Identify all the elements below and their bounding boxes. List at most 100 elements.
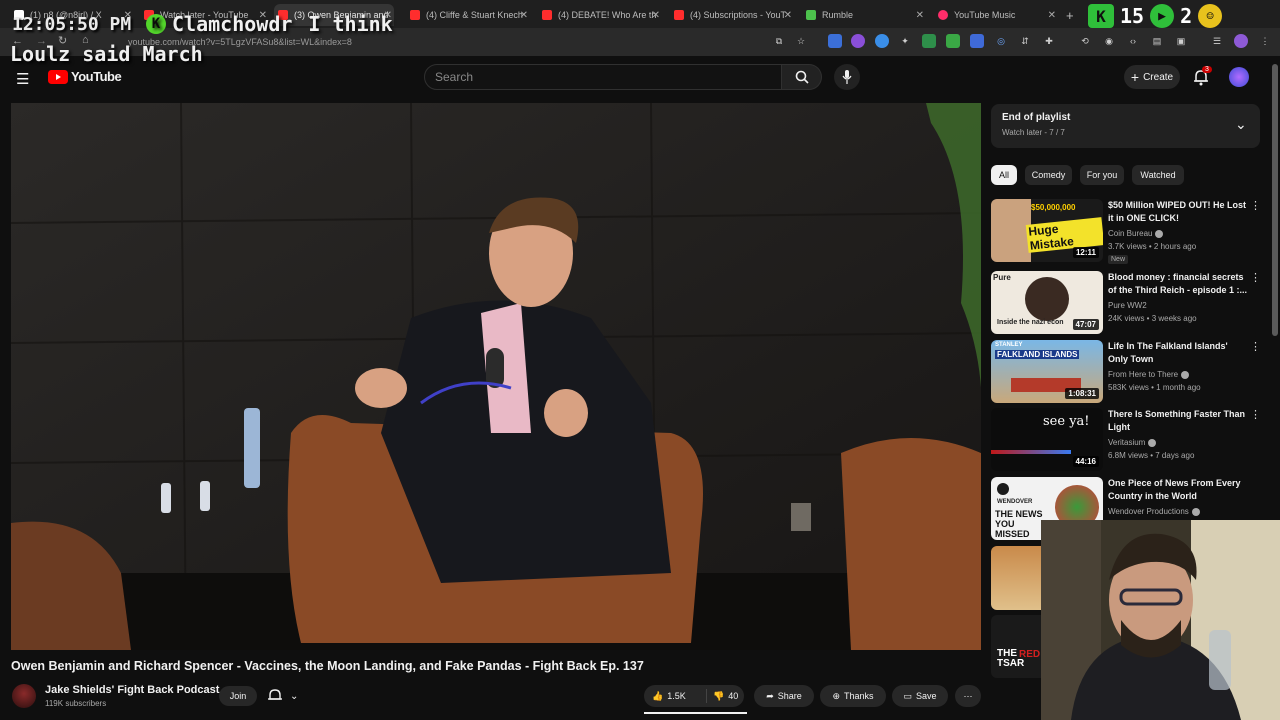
- recommendation-item[interactable]: STANLEY FALKLAND ISLANDS 1:08:31 Life In…: [991, 340, 1261, 404]
- recommendation-channel[interactable]: Pure WW2: [1108, 301, 1147, 310]
- thanks-button[interactable]: ⊕ Thanks: [820, 685, 886, 707]
- close-icon[interactable]: ✕: [916, 10, 924, 21]
- like-button[interactable]: 👍 1.5K: [652, 691, 706, 702]
- sidebar-icon[interactable]: ▤: [1150, 34, 1164, 48]
- more-vertical-icon[interactable]: ⋮: [1250, 340, 1261, 353]
- chip-for-you[interactable]: For you: [1080, 165, 1124, 185]
- reader-icon[interactable]: ▣: [1174, 34, 1188, 48]
- more-vertical-icon[interactable]: ⋮: [1250, 199, 1261, 212]
- more-vertical-icon[interactable]: ⋮: [1250, 271, 1261, 284]
- extension-icon[interactable]: ◎: [994, 34, 1008, 48]
- bookmark-star-icon[interactable]: ☆: [794, 34, 808, 48]
- recommendation-channel[interactable]: From Here to There: [1108, 370, 1190, 379]
- close-icon[interactable]: ✕: [784, 10, 792, 21]
- extension-icon[interactable]: [922, 34, 936, 48]
- like-ratio-bar: [644, 712, 747, 714]
- account-avatar[interactable]: [1229, 67, 1249, 87]
- hamburger-menu-icon[interactable]: ☰: [16, 70, 29, 88]
- tab-title: YouTube Music: [954, 10, 1016, 20]
- chat-overlay-line2: Loulz said March: [10, 42, 203, 66]
- recommendation-title[interactable]: $50 Million WIPED OUT! He Lost it in ONE…: [1108, 199, 1250, 225]
- downloads-icon[interactable]: ☰: [1210, 34, 1224, 48]
- dislike-button[interactable]: 👎 40: [713, 691, 738, 702]
- extension-icon[interactable]: [970, 34, 984, 48]
- extension-icon[interactable]: [875, 34, 889, 48]
- page-scrollbar[interactable]: [1272, 64, 1278, 336]
- video-thumbnail[interactable]: THE TSAR RED: [991, 615, 1041, 678]
- close-icon[interactable]: ✕: [1048, 10, 1056, 21]
- screenshot-icon[interactable]: ◉: [1102, 34, 1116, 48]
- video-thumbnail[interactable]: Pure Inside the nazi econ 47:07: [991, 271, 1103, 334]
- video-thumbnail[interactable]: see ya! 44:16: [991, 408, 1103, 471]
- extension-icon[interactable]: [828, 34, 842, 48]
- extension-icon[interactable]: [946, 34, 960, 48]
- voice-search-button[interactable]: [834, 64, 860, 90]
- chip-watched[interactable]: Watched: [1132, 165, 1184, 185]
- chevron-down-icon: ⌄: [290, 690, 299, 702]
- profile-avatar[interactable]: [1234, 34, 1248, 48]
- video-frame: [11, 103, 981, 650]
- browser-tab[interactable]: (4) DEBATE! Who Are th ✕: [542, 4, 662, 26]
- video-thumbnail[interactable]: STANLEY FALKLAND ISLANDS 1:08:31: [991, 340, 1103, 403]
- playlist-subtitle: Watch later - 7 / 7: [1002, 128, 1065, 137]
- thumbnail-text: FALKLAND ISLANDS: [995, 350, 1080, 359]
- browser-tab[interactable]: Rumble ✕: [806, 4, 926, 26]
- playlist-panel[interactable]: End of playlist Watch later - 7 / 7 ⌄: [991, 104, 1260, 148]
- chip-comedy[interactable]: Comedy: [1025, 165, 1072, 185]
- close-icon[interactable]: ✕: [520, 10, 528, 21]
- recommendation-meta: 6.8M views • 7 days ago: [1108, 451, 1195, 460]
- recommendation-channel[interactable]: Coin Bureau: [1108, 229, 1164, 238]
- like-count: 1.5K: [667, 691, 686, 701]
- extension-icon[interactable]: ⇵: [1018, 34, 1032, 48]
- browser-tab[interactable]: (4) Subscriptions - YouT ✕: [674, 4, 794, 26]
- browser-tab[interactable]: (4) Cliffe & Stuart Knech ✕: [410, 4, 530, 26]
- recommendation-title[interactable]: There Is Something Faster Than Light: [1108, 408, 1250, 434]
- create-label: Create: [1143, 71, 1174, 83]
- install-icon[interactable]: ⧉: [772, 34, 786, 48]
- recommendation-channel[interactable]: Wendover Productions: [1108, 507, 1200, 516]
- extensions-puzzle-icon[interactable]: ✚: [1042, 34, 1056, 48]
- recommendation-title[interactable]: One Piece of News From Every Country in …: [1108, 477, 1250, 503]
- close-icon[interactable]: ✕: [652, 10, 660, 21]
- video-title: Owen Benjamin and Richard Spencer - Vacc…: [11, 659, 644, 673]
- recommendation-channel[interactable]: Veritasium: [1108, 438, 1157, 447]
- duration-badge: 1:08:31: [1065, 388, 1099, 399]
- browser-tab[interactable]: YouTube Music ✕: [938, 4, 1058, 26]
- recommendation-title[interactable]: Life In The Falkland Islands' Only Town: [1108, 340, 1250, 366]
- search-button[interactable]: [782, 64, 822, 90]
- video-thumbnail[interactable]: $50,000,000 Huge Mistake 12:11: [991, 199, 1103, 262]
- rumble-play-icon: ▶: [1150, 4, 1175, 28]
- recommendation-item[interactable]: see ya! 44:16 There Is Something Faster …: [991, 408, 1261, 472]
- chip-all[interactable]: All: [991, 165, 1017, 185]
- share-icon: ➦: [766, 690, 774, 701]
- new-tab-button[interactable]: +: [1066, 4, 1080, 26]
- extension-icon[interactable]: ✦: [898, 34, 912, 48]
- recommendation-item[interactable]: $50,000,000 Huge Mistake 12:11 $50 Milli…: [991, 199, 1261, 264]
- channel-label: Wendover Productions: [1108, 507, 1189, 516]
- join-button[interactable]: Join: [219, 686, 257, 706]
- channel-name[interactable]: Jake Shields' Fight Back Podcast: [45, 684, 219, 696]
- video-thumbnail[interactable]: [991, 546, 1041, 610]
- share-button[interactable]: ➦ Share: [754, 685, 814, 707]
- youtube-icon: [542, 10, 552, 20]
- new-badge: New: [1108, 255, 1129, 264]
- menu-icon[interactable]: ⋮: [1258, 34, 1272, 48]
- tab-title: Rumble: [822, 10, 854, 20]
- history-icon[interactable]: ⟲: [1078, 34, 1092, 48]
- channel-avatar[interactable]: [12, 684, 36, 708]
- chevron-down-icon[interactable]: ⌄: [1235, 116, 1247, 133]
- tab-title: (4) Cliffe & Stuart Knech: [426, 10, 523, 20]
- recommendation-item[interactable]: Pure Inside the nazi econ 47:07 Blood mo…: [991, 271, 1261, 335]
- search-input[interactable]: Search: [424, 64, 782, 90]
- devtools-icon[interactable]: ‹›: [1126, 34, 1140, 48]
- more-vertical-icon[interactable]: ⋮: [1250, 408, 1261, 421]
- subscription-bell-button[interactable]: ⌄: [268, 688, 298, 704]
- video-player[interactable]: [11, 103, 981, 650]
- extension-icon[interactable]: [851, 34, 865, 48]
- notifications-button[interactable]: 3: [1193, 66, 1212, 91]
- youtube-logo[interactable]: YouTube: [48, 69, 122, 84]
- create-button[interactable]: + Create: [1124, 65, 1180, 89]
- more-actions-button[interactable]: ⋯: [955, 685, 981, 707]
- recommendation-title[interactable]: Blood money : financial secrets of the T…: [1108, 271, 1250, 297]
- save-button[interactable]: ▭ Save: [892, 685, 948, 707]
